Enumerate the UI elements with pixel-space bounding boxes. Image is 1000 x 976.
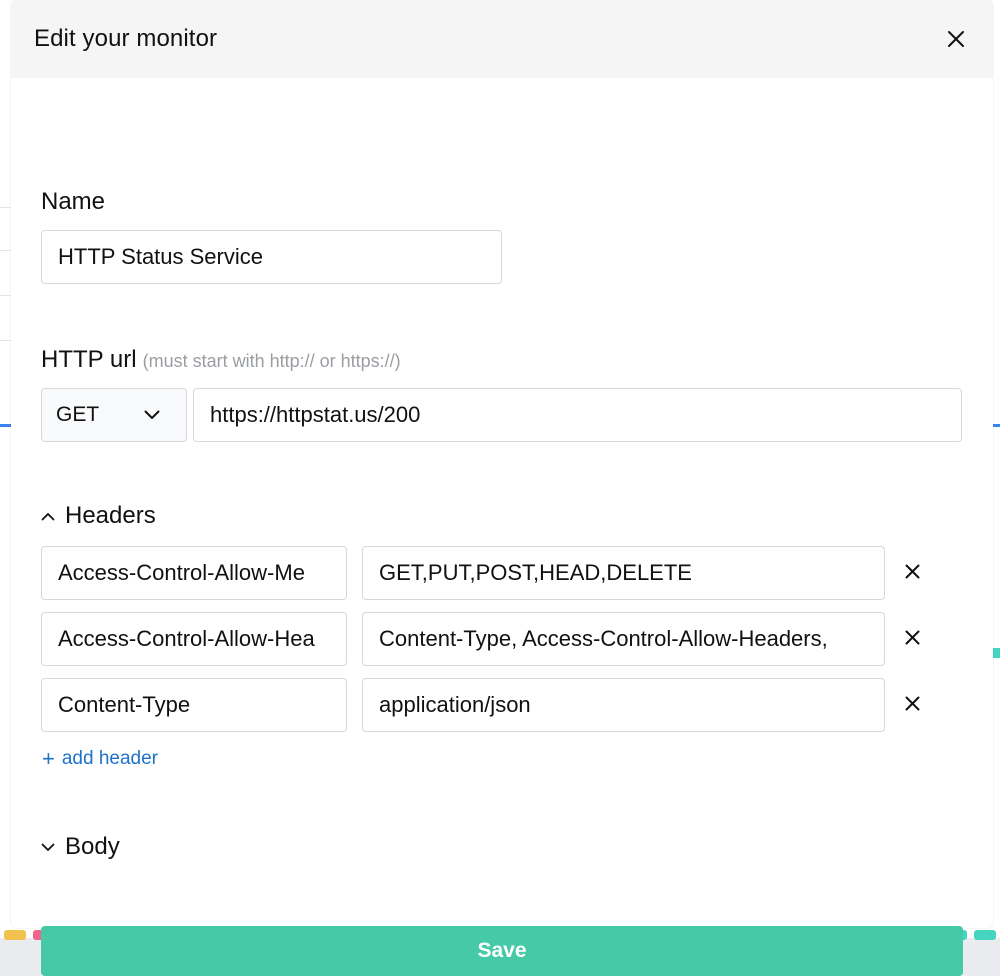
modal-title: Edit your monitor [34, 25, 218, 52]
bg-accent-line [0, 424, 11, 427]
bg-status-bar [993, 648, 1000, 658]
bg-divider [0, 295, 11, 296]
url-label: HTTP url [41, 346, 137, 373]
body-label: Body [65, 833, 120, 860]
remove-header-button[interactable] [897, 688, 927, 718]
header-row: Access-Control-Allow-Hea Content-Type, A… [41, 612, 941, 666]
url-label-group: HTTP url (must start with http:// or http… [41, 346, 401, 374]
close-icon [905, 696, 919, 710]
remove-header-button[interactable] [897, 622, 927, 652]
add-header-link[interactable]: + add header [42, 748, 158, 770]
modal-header: Edit your monitor [11, 0, 993, 78]
chevron-down-icon [41, 843, 55, 851]
bg-divider [0, 207, 11, 208]
edit-monitor-modal: Edit your monitor Name HTTP Status Servi… [11, 0, 993, 976]
chevron-down-icon [144, 410, 160, 419]
url-hint: (must start with http:// or https://) [142, 351, 401, 371]
close-icon [905, 564, 919, 578]
http-method-select[interactable]: GET [41, 388, 187, 442]
http-method-value: GET [56, 403, 100, 426]
status-bar-segment [4, 930, 26, 940]
body-toggle[interactable]: Body [41, 833, 120, 861]
save-button[interactable]: Save [41, 926, 963, 976]
url-input[interactable]: https://httpstat.us/200 [193, 388, 962, 442]
headers-toggle[interactable]: Headers [41, 502, 156, 530]
header-key-input[interactable]: Access-Control-Allow-Hea [41, 612, 347, 666]
header-row: Access-Control-Allow-Me GET,PUT,POST,HEA… [41, 546, 941, 600]
header-key-input[interactable]: Access-Control-Allow-Me [41, 546, 347, 600]
plus-icon: + [42, 746, 55, 771]
header-value-input[interactable]: GET,PUT,POST,HEAD,DELETE [362, 546, 885, 600]
header-key-input[interactable]: Content-Type [41, 678, 347, 732]
header-value-input[interactable]: Content-Type, Access-Control-Allow-Heade… [362, 612, 885, 666]
add-header-label: add header [61, 748, 159, 769]
headers-label: Headers [65, 502, 156, 529]
close-icon [905, 630, 919, 644]
bg-divider [0, 340, 11, 341]
header-row: Content-Type application/json [41, 678, 941, 732]
status-bar-segment [974, 930, 997, 940]
header-value-input[interactable]: application/json [362, 678, 885, 732]
bg-divider [0, 250, 11, 251]
close-icon [948, 31, 964, 47]
close-button[interactable] [941, 24, 971, 54]
bg-accent-line [993, 424, 1000, 427]
name-label: Name [41, 188, 106, 215]
remove-header-button[interactable] [897, 556, 927, 586]
chevron-up-icon [41, 512, 55, 520]
name-input[interactable]: HTTP Status Service [41, 230, 502, 284]
